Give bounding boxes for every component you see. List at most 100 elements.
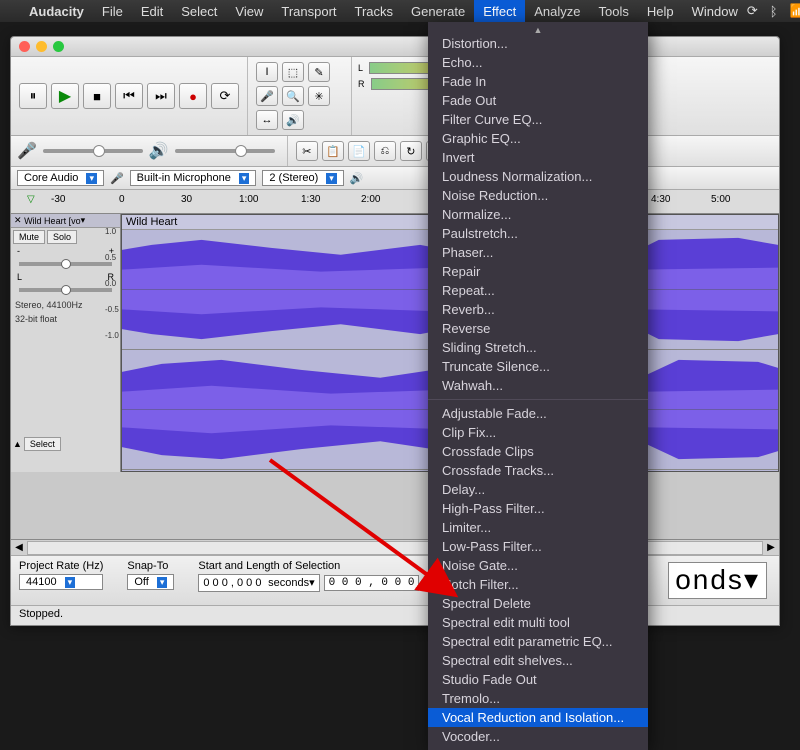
effect-item-clip-fix[interactable]: Clip Fix... — [428, 423, 648, 442]
effect-item-repeat[interactable]: Repeat... — [428, 281, 648, 300]
input-device-combo[interactable]: Built-in Microphone▾ — [130, 170, 257, 186]
undo-button[interactable]: ⎌ — [374, 141, 396, 161]
selection-tool[interactable]: I — [256, 62, 278, 82]
timeshift-tool[interactable]: ↔ — [256, 110, 278, 130]
project-rate-combo[interactable]: 44100▾ — [19, 574, 103, 590]
effect-item-noise-reduction[interactable]: Noise Reduction... — [428, 186, 648, 205]
effect-item-delay[interactable]: Delay... — [428, 480, 648, 499]
envelope-tool[interactable]: ⬚ — [282, 62, 304, 82]
effect-item-paulstretch[interactable]: Paulstretch... — [428, 224, 648, 243]
menu-edit[interactable]: Edit — [132, 0, 172, 22]
menu-transport[interactable]: Transport — [272, 0, 345, 22]
play-button[interactable]: ▶ — [51, 83, 79, 109]
skip-end-button[interactable]: ⏭ — [147, 83, 175, 109]
menu-analyze[interactable]: Analyze — [525, 0, 589, 22]
audio-host-combo[interactable]: Core Audio▾ — [17, 170, 104, 186]
mic-tool-icon[interactable]: 🎤 — [256, 86, 278, 106]
effect-item-vocal-reduction-and-isolation[interactable]: Vocal Reduction and Isolation... — [428, 708, 648, 727]
solo-button[interactable]: Solo — [47, 230, 77, 244]
menu-generate[interactable]: Generate — [402, 0, 474, 22]
track-pan-slider[interactable] — [19, 288, 112, 292]
zoom-button[interactable] — [53, 41, 64, 52]
close-button[interactable] — [19, 41, 30, 52]
effect-item-studio-fade-out[interactable]: Studio Fade Out — [428, 670, 648, 689]
effect-item-sliding-stretch[interactable]: Sliding Stretch... — [428, 338, 648, 357]
dropdown-scroll-up[interactable]: ▲ — [428, 26, 648, 34]
menu-select[interactable]: Select — [172, 0, 226, 22]
effect-item-tremolo[interactable]: Tremolo... — [428, 689, 648, 708]
horizontal-scrollbar[interactable]: ◀ ▶ — [11, 539, 779, 555]
effect-item-distortion[interactable]: Distortion... — [428, 34, 648, 53]
channels-combo[interactable]: 2 (Stereo)▾ — [262, 170, 343, 186]
effect-item-noise-gate[interactable]: Noise Gate... — [428, 556, 648, 575]
wifi-icon[interactable]: 📶 — [790, 3, 800, 19]
close-track-icon[interactable]: ✕ — [14, 215, 22, 226]
copy-button[interactable]: 📋 — [322, 141, 344, 161]
effect-item-crossfade-tracks[interactable]: Crossfade Tracks... — [428, 461, 648, 480]
track-menu-icon[interactable]: ▾ — [81, 215, 86, 226]
effect-item-reverse[interactable]: Reverse — [428, 319, 648, 338]
cut-button[interactable]: ✂ — [296, 141, 318, 161]
track-title[interactable]: ✕ Wild Heart [vo ▾ — [11, 214, 120, 228]
effect-item-fade-in[interactable]: Fade In — [428, 72, 648, 91]
effect-item-spectral-edit-multi-tool[interactable]: Spectral edit multi tool — [428, 613, 648, 632]
loop-button[interactable]: ⟳ — [211, 83, 239, 109]
sync-icon[interactable]: ⟳ — [747, 3, 758, 19]
select-track-button[interactable]: Select — [24, 437, 61, 451]
effect-item-spectral-edit-shelves[interactable]: Spectral edit shelves... — [428, 651, 648, 670]
recording-volume-slider[interactable] — [43, 149, 143, 153]
effect-item-invert[interactable]: Invert — [428, 148, 648, 167]
effect-item-truncate-silence[interactable]: Truncate Silence... — [428, 357, 648, 376]
zoom-tool[interactable]: 🔍 — [282, 86, 304, 106]
bluetooth-icon[interactable]: ᛒ — [770, 4, 778, 19]
effect-item-reverb[interactable]: Reverb... — [428, 300, 648, 319]
draw-tool[interactable]: ✎ — [308, 62, 330, 82]
menu-window[interactable]: Window — [683, 0, 747, 22]
selection-start-field[interactable]: 0 0 0 , 0 0 0 seconds▾ — [198, 574, 319, 592]
menu-file[interactable]: File — [93, 0, 132, 22]
effect-item-loudness-normalization[interactable]: Loudness Normalization... — [428, 167, 648, 186]
redo-button[interactable]: ↻ — [400, 141, 422, 161]
stop-button[interactable]: ■ — [83, 83, 111, 109]
effect-item-spectral-delete[interactable]: Spectral Delete — [428, 594, 648, 613]
time-display[interactable]: onds▾ — [668, 562, 767, 599]
effect-item-adjustable-fade[interactable]: Adjustable Fade... — [428, 404, 648, 423]
effect-item-phaser[interactable]: Phaser... — [428, 243, 648, 262]
speaker-tool-icon[interactable]: 🔊 — [282, 110, 304, 130]
collapse-track-icon[interactable]: ▲ — [13, 439, 22, 449]
effect-item-fade-out[interactable]: Fade Out — [428, 91, 648, 110]
playback-volume-slider[interactable] — [175, 149, 275, 153]
multi-tool[interactable]: ✳ — [308, 86, 330, 106]
effect-item-graphic-eq[interactable]: Graphic EQ... — [428, 129, 648, 148]
mute-button[interactable]: Mute — [13, 230, 45, 244]
menu-help[interactable]: Help — [638, 0, 683, 22]
effect-item-filter-curve-eq[interactable]: Filter Curve EQ... — [428, 110, 648, 129]
paste-button[interactable]: 📄 — [348, 141, 370, 161]
effect-item-repair[interactable]: Repair — [428, 262, 648, 281]
effect-item-crossfade-clips[interactable]: Crossfade Clips — [428, 442, 648, 461]
effect-item-notch-filter[interactable]: Notch Filter... — [428, 575, 648, 594]
menu-view[interactable]: View — [226, 0, 272, 22]
menu-tracks[interactable]: Tracks — [346, 0, 403, 22]
timeline-ruler[interactable]: ▽ -30 0 30 1:00 1:30 2:00 4:30 5:00 — [11, 190, 779, 214]
pause-button[interactable]: ⏸ — [19, 83, 47, 109]
track-gain-slider[interactable] — [19, 262, 112, 266]
record-button[interactable]: ● — [179, 83, 207, 109]
snap-to-combo[interactable]: Off▾ — [127, 574, 174, 590]
playhead-icon[interactable]: ▽ — [27, 194, 35, 205]
effect-item-high-pass-filter[interactable]: High-Pass Filter... — [428, 499, 648, 518]
skip-start-button[interactable]: ⏮ — [115, 83, 143, 109]
selection-length-field[interactable]: 0 0 0 , 0 0 0 — [324, 575, 420, 591]
effect-item-low-pass-filter[interactable]: Low-Pass Filter... — [428, 537, 648, 556]
effect-item-echo[interactable]: Echo... — [428, 53, 648, 72]
menu-app[interactable]: Audacity — [20, 0, 93, 22]
effect-item-spectral-edit-parametric-eq[interactable]: Spectral edit parametric EQ... — [428, 632, 648, 651]
minimize-button[interactable] — [36, 41, 47, 52]
menu-tools[interactable]: Tools — [590, 0, 638, 22]
effect-item-vocoder[interactable]: Vocoder... — [428, 727, 648, 746]
window-titlebar[interactable] — [11, 37, 779, 57]
menu-effect[interactable]: Effect — [474, 0, 525, 22]
effect-item-limiter[interactable]: Limiter... — [428, 518, 648, 537]
effect-item-wahwah[interactable]: Wahwah... — [428, 376, 648, 395]
scroll-right-icon[interactable]: ▶ — [763, 542, 779, 553]
